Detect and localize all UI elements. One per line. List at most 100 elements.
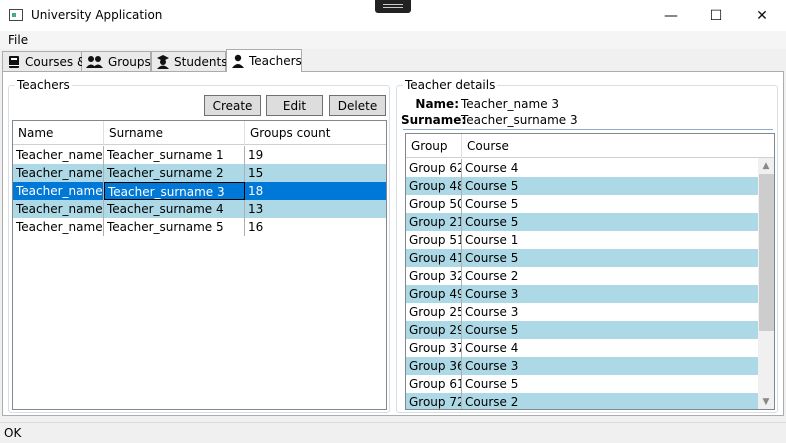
- table-row[interactable]: Group 50 Course 5: [406, 195, 758, 213]
- table-cell[interactable]: Course 5: [462, 375, 758, 393]
- table-cell[interactable]: Teacher_name 1: [13, 146, 104, 164]
- table-cell[interactable]: Course 3: [462, 303, 758, 321]
- table-cell[interactable]: Group 29: [406, 321, 462, 339]
- tab-students[interactable]: Students: [151, 51, 228, 72]
- create-button[interactable]: Create: [204, 95, 261, 116]
- table-row[interactable]: Group 41 Course 5: [406, 249, 758, 267]
- table-cell[interactable]: 18: [245, 182, 386, 200]
- table-cell[interactable]: Teacher_surname 1: [104, 146, 245, 164]
- tab-groups[interactable]: Groups: [82, 51, 151, 72]
- table-cell[interactable]: 16: [245, 218, 386, 236]
- title-bar: University Application — ☐ ✕: [0, 0, 786, 31]
- groups-scrollbar[interactable]: ▲ ▼: [758, 158, 774, 409]
- table-row[interactable]: Group 32 Course 2: [406, 267, 758, 285]
- table-row[interactable]: Group 51 Course 1: [406, 231, 758, 249]
- table-cell[interactable]: Group 61: [406, 375, 462, 393]
- close-button[interactable]: ✕: [739, 0, 785, 31]
- edit-button[interactable]: Edit: [266, 95, 323, 116]
- maximize-button[interactable]: ☐: [693, 0, 739, 31]
- table-cell[interactable]: Teacher_surname 2: [104, 164, 245, 182]
- name-label: Name:: [415, 97, 459, 111]
- teacher-details-groupbox: Teacher details Name: Teacher_name 3 Sur…: [396, 78, 778, 413]
- table-row[interactable]: Group 49 Course 3: [406, 285, 758, 303]
- menu-bar: File: [0, 31, 786, 49]
- table-cell[interactable]: Group 50: [406, 195, 462, 213]
- table-row[interactable]: Group 25 Course 3: [406, 303, 758, 321]
- surname-label: Surname:: [401, 113, 467, 127]
- table-row[interactable]: Group 62 Course 4: [406, 159, 758, 177]
- table-cell[interactable]: Group 25: [406, 303, 462, 321]
- column-header-name[interactable]: Name: [13, 121, 104, 145]
- person-icon: [231, 54, 245, 68]
- table-cell[interactable]: Teacher_name 2: [13, 164, 104, 182]
- table-row[interactable]: Teacher_name 2Teacher_surname 215: [13, 164, 386, 182]
- table-row[interactable]: Teacher_name 5Teacher_surname 516: [13, 218, 386, 236]
- groups-grid[interactable]: Group Course Group 62 Course 4 Group 48 Cou…: [405, 133, 775, 410]
- table-cell[interactable]: Teacher_surname 3: [104, 182, 245, 200]
- scroll-up-arrow[interactable]: ▲: [758, 158, 774, 174]
- table-cell[interactable]: Teacher_name 4: [13, 200, 104, 218]
- table-row[interactable]: Group 36 Course 3: [406, 357, 758, 375]
- table-cell[interactable]: Course 5: [462, 213, 758, 231]
- table-cell[interactable]: Course 3: [462, 357, 758, 375]
- table-cell[interactable]: Group 37: [406, 339, 462, 357]
- table-cell[interactable]: Course 1: [462, 231, 758, 249]
- table-cell[interactable]: Group 62: [406, 159, 462, 177]
- table-cell[interactable]: Course 4: [462, 159, 758, 177]
- table-row[interactable]: Teacher_name 3Teacher_surname 318: [13, 182, 386, 200]
- table-cell[interactable]: Course 5: [462, 177, 758, 195]
- column-header-groups-count[interactable]: Groups count: [245, 121, 386, 145]
- table-cell[interactable]: Group 41: [406, 249, 462, 267]
- table-cell[interactable]: 19: [245, 146, 386, 164]
- table-row[interactable]: Group 48 Course 5: [406, 177, 758, 195]
- table-cell[interactable]: Teacher_name 5: [13, 218, 104, 236]
- tab-teachers[interactable]: Teachers: [226, 49, 302, 72]
- table-cell[interactable]: 13: [245, 200, 386, 218]
- table-cell[interactable]: Course 4: [462, 339, 758, 357]
- status-text: OK: [4, 426, 22, 440]
- table-cell[interactable]: Course 5: [462, 195, 758, 213]
- table-cell[interactable]: Group 36: [406, 357, 462, 375]
- name-value: Teacher_name 3: [461, 97, 560, 111]
- details-divider: [403, 129, 773, 130]
- tab-courses[interactable]: Courses &: [2, 51, 86, 72]
- column-header-group[interactable]: Group: [406, 134, 462, 158]
- table-row[interactable]: Teacher_name 1Teacher_surname 119: [13, 146, 386, 164]
- table-cell[interactable]: Teacher_surname 5: [104, 218, 245, 236]
- table-cell[interactable]: Group 32: [406, 267, 462, 285]
- table-cell[interactable]: Group 72: [406, 393, 462, 409]
- scroll-down-arrow[interactable]: ▼: [758, 394, 774, 409]
- column-header-surname[interactable]: Surname: [104, 121, 245, 145]
- table-cell[interactable]: Group 49: [406, 285, 462, 303]
- table-cell[interactable]: Group 21: [406, 213, 462, 231]
- table-cell[interactable]: Course 2: [462, 393, 758, 409]
- snap-grip-handle[interactable]: [375, 0, 411, 13]
- table-cell[interactable]: Course 2: [462, 267, 758, 285]
- scroll-thumb[interactable]: [759, 174, 774, 331]
- minimize-button[interactable]: —: [648, 0, 694, 31]
- table-row[interactable]: Teacher_name 4Teacher_surname 413: [13, 200, 386, 218]
- tab-students-label: Students: [174, 55, 228, 69]
- table-cell[interactable]: Course 5: [462, 249, 758, 267]
- table-cell[interactable]: Course 5: [462, 321, 758, 339]
- table-row[interactable]: Group 37 Course 4: [406, 339, 758, 357]
- teachers-tab-content: Teachers Create Edit Delete Name Surname…: [2, 71, 784, 416]
- status-bar: OK: [0, 422, 786, 443]
- table-row[interactable]: Group 29 Course 5: [406, 321, 758, 339]
- tab-courses-label: Courses &: [25, 55, 87, 69]
- table-row[interactable]: Group 61 Course 5: [406, 375, 758, 393]
- table-row[interactable]: Group 72 Course 2: [406, 393, 758, 409]
- delete-button[interactable]: Delete: [329, 95, 386, 116]
- people-icon: [86, 55, 104, 69]
- table-row[interactable]: Group 21 Course 5: [406, 213, 758, 231]
- table-cell[interactable]: Teacher_surname 4: [104, 200, 245, 218]
- table-cell[interactable]: Group 51: [406, 231, 462, 249]
- table-cell[interactable]: Course 3: [462, 285, 758, 303]
- menu-file[interactable]: File: [8, 33, 28, 47]
- column-header-course[interactable]: Course: [462, 134, 774, 158]
- table-cell[interactable]: Teacher_name 3: [13, 182, 104, 200]
- table-cell[interactable]: 15: [245, 164, 386, 182]
- teachers-grid[interactable]: Name Surname Groups count Teacher_name 1…: [12, 120, 387, 410]
- app-icon: [9, 9, 23, 21]
- table-cell[interactable]: Group 48: [406, 177, 462, 195]
